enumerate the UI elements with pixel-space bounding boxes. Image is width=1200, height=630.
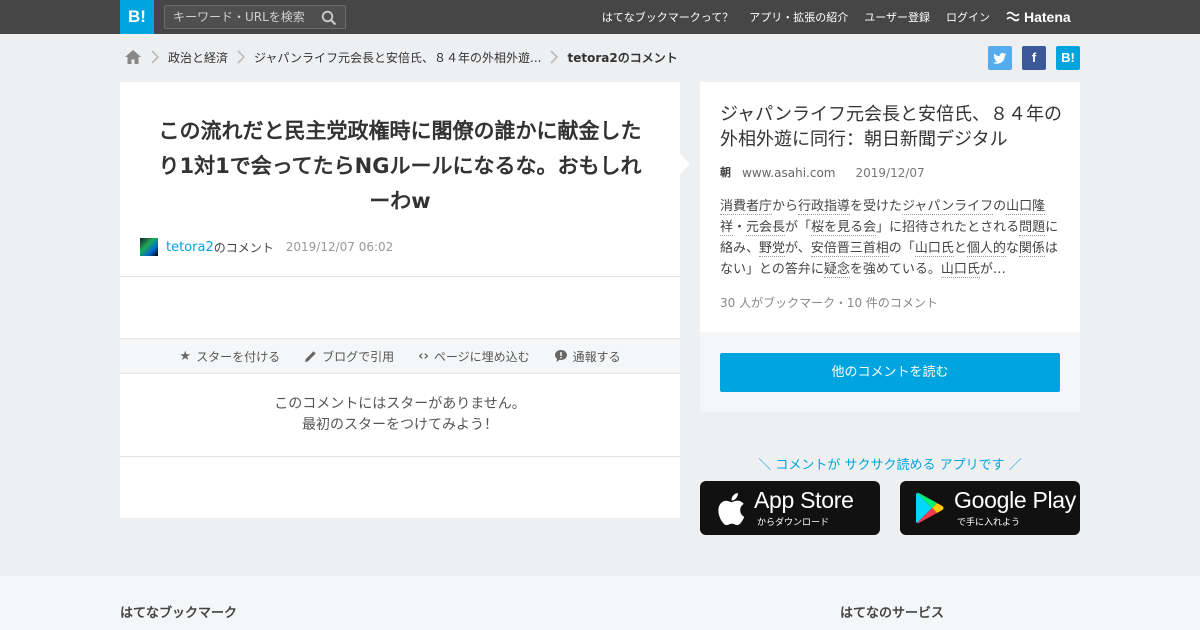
hatena-brand[interactable]: Hatena (1006, 8, 1071, 26)
description-text: を受けた (850, 199, 903, 214)
pencil-icon (305, 350, 316, 362)
keyword-link[interactable]: 野党 (759, 241, 786, 257)
keyword-link[interactable]: ジャパンライフ (902, 199, 994, 215)
description-text: が「 (785, 220, 812, 235)
facebook-share-button[interactable]: f (1022, 46, 1046, 70)
add-star-label: スターを付ける (196, 349, 281, 364)
keyword-link[interactable]: 問題 (1019, 220, 1046, 236)
search-box[interactable] (164, 5, 346, 29)
blog-quote-label: ブログで引用 (322, 349, 395, 364)
comment-username[interactable]: tetora2 (166, 240, 214, 255)
description-text: の (993, 199, 1007, 214)
top-bar: B! はてなブックマークって？ アプリ・拡張の紹介 ユーザー登録 ログイン Ha… (0, 0, 1200, 34)
pointer-arrow (680, 154, 690, 174)
entry-stats[interactable]: 30 人がブックマーク・10 件のコメント (720, 294, 938, 311)
twitter-share-button[interactable] (988, 46, 1012, 70)
report-label: 通報する (572, 349, 621, 364)
keyword-link[interactable]: 疑念 (823, 262, 850, 278)
nav-about[interactable]: はてなブックマークって？ (602, 9, 733, 25)
read-other-comments-button[interactable]: 他のコメントを読む (720, 353, 1060, 392)
comment-meta: tetora2 のコメント 2019/12/07 06:02 (140, 238, 393, 256)
breadcrumb: 政治と経済 ジャパンライフ元会長と安倍氏、８４年の外相外遊... tetora2… (124, 46, 678, 68)
embed-button[interactable]: ‹› ページに埋め込む (418, 348, 529, 365)
keyword-link[interactable]: 関係 (1018, 241, 1045, 257)
search-input[interactable] (165, 6, 315, 28)
footer-heading-bookmark: はてなブックマーク (120, 606, 238, 621)
keyword-link[interactable]: 山口氏 (940, 262, 980, 278)
breadcrumb-category[interactable]: 政治と経済 (168, 49, 228, 66)
nav-register[interactable]: ユーザー登録 (864, 9, 930, 25)
google-play-icon (916, 492, 944, 524)
asahi-favicon-icon: 朝 (720, 166, 731, 179)
app-store-sublabel: からダウンロード (757, 518, 830, 528)
chevron-right-icon (550, 50, 559, 64)
nav-apps[interactable]: アプリ・拡張の紹介 (749, 9, 848, 25)
description-text: と (953, 241, 967, 256)
no-star-line-2: 最初のスターをつけてみよう！ (302, 417, 498, 433)
breadcrumb-entry[interactable]: ジャパンライフ元会長と安倍氏、８４年の外相外遊... (254, 49, 541, 66)
description-text: が… (979, 262, 1006, 277)
comment-card: この流れだと民主党政権時に閣僚の誰かに献金したり1対1で会ってたらNGルールにな… (120, 82, 680, 518)
read-more-box: 他のコメントを読む (700, 332, 1080, 412)
description-text: の「 (888, 241, 915, 256)
avatar[interactable] (140, 238, 158, 256)
footer: はてなブックマーク はてなのサービス (0, 576, 1200, 630)
no-star-line-1: このコメントにはスターがありません。 (274, 396, 526, 412)
divider (120, 276, 680, 277)
comment-user-suffix: のコメント (213, 240, 274, 255)
keyword-link[interactable]: 個人的 (966, 241, 1006, 257)
report-button[interactable]: 通報する (554, 348, 621, 365)
description-text: が、 (785, 241, 811, 256)
add-star-button[interactable]: ★ スターを付ける (179, 348, 280, 365)
code-icon: ‹› (418, 348, 429, 364)
chevron-right-icon (151, 50, 160, 64)
hatebu-share-button[interactable]: B! (1056, 46, 1080, 70)
keyword-link[interactable]: 安倍晋三首相 (810, 241, 889, 257)
description-text: な (1005, 241, 1019, 256)
embed-label: ページに埋め込む (433, 349, 530, 364)
google-play-button[interactable]: Google Play で手に入れよう (900, 481, 1080, 535)
app-store-button[interactable]: App Store からダウンロード (700, 481, 880, 535)
entry-description: 消費者庁から行政指導を受けたジャパンライフの山口隆祥・元会長が「桜を見る会」に招… (720, 196, 1064, 280)
hatena-bookmark-logo[interactable]: B! (120, 0, 154, 34)
entry-meta: 朝 www.asahi.com 2019/12/07 (720, 166, 925, 180)
keyword-link[interactable]: 行政指導 (798, 199, 851, 215)
home-icon[interactable] (124, 49, 142, 65)
keyword-link[interactable]: 元会長 (746, 220, 786, 236)
keyword-link[interactable]: 山口氏 (914, 241, 954, 257)
app-store-label: App Store (754, 487, 854, 513)
no-star-message: このコメントにはスターがありません。 最初のスターをつけてみよう！ (120, 394, 680, 436)
apple-icon (718, 493, 745, 526)
hatena-brand-label: Hatena (1024, 9, 1071, 25)
entry-title[interactable]: ジャパンライフ元会長と安倍氏、８４年の外相外遊に同行：朝日新聞デジタル (720, 102, 1066, 152)
search-icon[interactable] (321, 10, 337, 26)
keyword-link[interactable]: 桜を見る会 (811, 220, 877, 236)
entry-domain[interactable]: www.asahi.com (742, 166, 836, 180)
chevron-right-icon (237, 50, 246, 64)
hatena-wave-icon (1006, 11, 1020, 22)
top-nav: はてなブックマークって？ アプリ・拡張の紹介 ユーザー登録 ログイン (602, 0, 990, 34)
entry-card: ジャパンライフ元会長と安倍氏、８４年の外相外遊に同行：朝日新聞デジタル 朝 ww… (700, 82, 1080, 332)
comment-date[interactable]: 2019/12/07 06:02 (286, 240, 394, 254)
nav-login[interactable]: ログイン (946, 9, 990, 25)
description-text: ・ (733, 220, 747, 235)
comment-text: この流れだと民主党政権時に閣僚の誰かに献金したり1対1で会ってたらNGルールにな… (158, 119, 642, 213)
keyword-link[interactable]: 消費者庁 (720, 199, 773, 215)
description-text: 」に招待されたとされる (876, 220, 1020, 235)
footer-heading-services: はてなのサービス (840, 606, 945, 621)
breadcrumb-current: tetora2のコメント (567, 50, 678, 65)
google-play-label: Google Play (954, 487, 1076, 513)
description-text: から (772, 199, 799, 214)
blog-quote-button[interactable]: ブログで引用 (304, 348, 394, 365)
twitter-icon (993, 52, 1007, 64)
comment-actions: ★ スターを付ける ブログで引用 ‹› ページに埋め込む 通報する (120, 338, 680, 374)
divider (120, 456, 680, 457)
share-buttons: f B! (988, 46, 1080, 70)
app-tagline: ＼ コメントが サクサク読める アプリです ／ (758, 458, 1022, 473)
star-icon: ★ (179, 348, 192, 364)
speech-bubble-icon (554, 350, 567, 362)
description-text: を強めている。 (849, 262, 941, 277)
entry-date: 2019/12/07 (855, 166, 925, 180)
google-play-sublabel: で手に入れよう (957, 518, 1021, 528)
